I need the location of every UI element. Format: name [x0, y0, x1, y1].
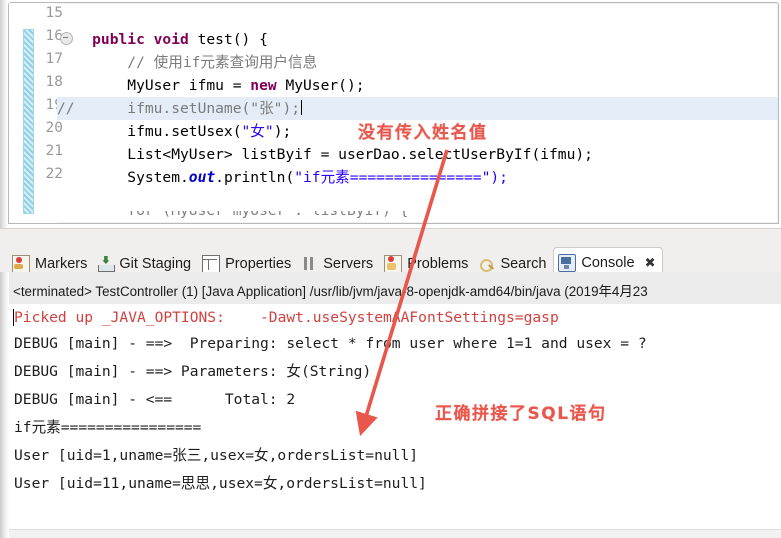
console-pane[interactable]: <terminated> TestController (1) [Java Ap…: [0, 272, 781, 538]
tab-label: Search: [500, 256, 547, 272]
git-staging-icon: [98, 256, 116, 272]
console-icon: [558, 254, 577, 272]
code-editor-pane[interactable]: 15 16 17 18 19 20 21 22 public void test…: [0, 0, 781, 228]
code-line-17: // 使用if元素查询用户信息: [57, 54, 318, 71]
console-header: <terminated> TestController (1) [Java Ap…: [9, 272, 781, 305]
console-launch-title: <terminated> TestController (1) [Java Ap…: [13, 284, 648, 299]
tab-label: Servers: [323, 256, 374, 272]
code-text-area[interactable]: public void test() { // 使用if元素查询用户信息 MyU…: [57, 3, 778, 223]
code-line-partial: for (MyUser myUser : listByif) {: [57, 211, 757, 220]
search-icon: [479, 256, 495, 272]
console-line: DEBUG [main] - <== Total: 2: [14, 391, 296, 408]
code-line-19: // ifmu.setUname("张");: [57, 97, 778, 120]
tab-label: Markers: [35, 256, 88, 272]
console-line: Picked up _JAVA_OPTIONS: -Dawt.useSystem…: [14, 309, 559, 326]
code-line-18: MyUser ifmu = new MyUser();: [57, 77, 365, 94]
console-bottom-bar: [9, 529, 781, 538]
console-line: User [uid=11,uname=思思,usex=女,ordersList=…: [14, 475, 427, 492]
console-line: User [uid=1,uname=张三,usex=女,ordersList=n…: [14, 447, 419, 464]
tab-label: Properties: [225, 256, 292, 272]
editor-left-shadow: [0, 0, 8, 228]
problems-icon: [384, 255, 403, 273]
console-left-shadow: [0, 272, 9, 538]
code-line-16: public void test() {: [57, 31, 268, 48]
editor-gutter[interactable]: 15 16 17 18 19 20 21 22: [9, 3, 63, 223]
console-output[interactable]: Picked up _JAVA_OPTIONS: -Dawt.useSystem…: [9, 304, 781, 530]
markers-icon: [12, 255, 30, 273]
servers-icon: [302, 256, 318, 272]
annotation-text-no-name-passed: 没有传入姓名值: [358, 123, 488, 143]
console-line: DEBUG [main] - ==> Preparing: select * f…: [14, 335, 647, 352]
tab-label: Problems: [407, 256, 469, 272]
code-line-22: System.out.println("if元素==============="…: [57, 169, 508, 186]
properties-icon: [202, 255, 221, 273]
annotation-text-sql-correct: 正确拼接了SQL语句: [435, 404, 607, 424]
close-icon[interactable]: ✖: [645, 256, 656, 271]
code-line-21: List<MyUser> listByif = userDao.selectUs…: [57, 146, 593, 163]
view-tab-bar[interactable]: Markers Git Staging Properties Servers P…: [0, 228, 781, 278]
console-line: if元素================: [14, 419, 202, 436]
console-line: DEBUG [main] - ==> Parameters: 女(String): [14, 363, 372, 380]
tab-label: Console: [581, 255, 635, 271]
tab-label: Git Staging: [119, 256, 192, 272]
